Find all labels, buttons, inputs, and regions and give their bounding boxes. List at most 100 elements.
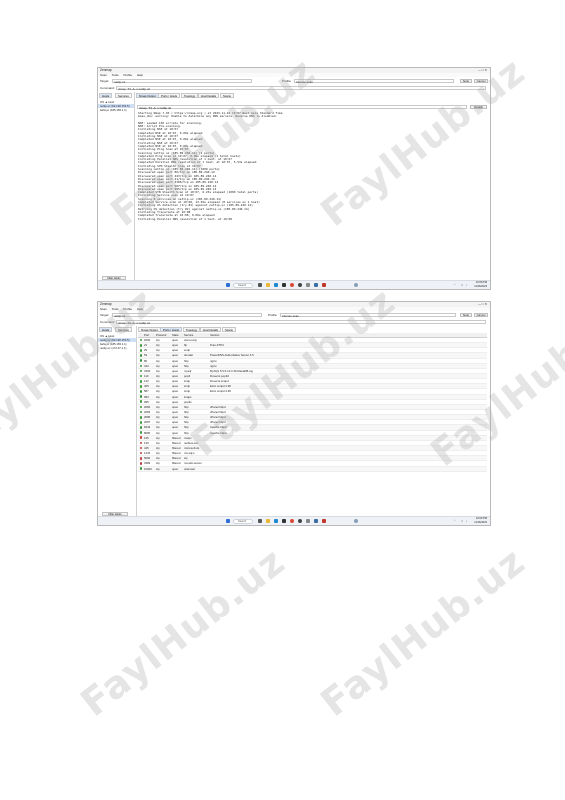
command-input[interactable]: nmap -T4 -A -v nettip.uz — [116, 320, 486, 325]
target-input[interactable]: nettip.uz — [112, 79, 252, 84]
taskbar-search[interactable]: Search — [233, 282, 253, 288]
cell-port: 993 — [144, 394, 149, 399]
window-title: Zenmap — [100, 302, 112, 306]
tab-host-details[interactable]: Host Details — [200, 327, 222, 332]
menu-profile[interactable]: Profile — [123, 307, 132, 311]
target-input[interactable]: nettip.uz — [112, 313, 262, 318]
volume-icon[interactable]: ♩ — [466, 283, 469, 287]
file-explorer-icon[interactable] — [266, 519, 270, 523]
chrome-icon[interactable] — [290, 519, 294, 523]
profile-select[interactable]: Intense scan — [294, 79, 454, 84]
edge-icon[interactable] — [274, 519, 278, 523]
host-list: OS ▲ Host nettip.uz (82.148.153.5) bahuy… — [98, 334, 136, 350]
tray-clock[interactable]: 10:09 PM 11/16/2023 — [474, 517, 487, 524]
tab-ports-hosts[interactable]: Ports / Hosts — [160, 327, 183, 332]
app-icon[interactable] — [298, 519, 302, 523]
file-explorer-icon[interactable] — [266, 283, 270, 287]
tab-topology[interactable]: Topology — [183, 327, 201, 332]
host-item[interactable]: bahuyo (185.165.1.1) — [98, 108, 134, 112]
cell-protocol: tcp — [156, 415, 160, 420]
port-status-icon — [139, 400, 143, 404]
cell-protocol: tcp — [156, 451, 160, 456]
profile-label: Profile: — [282, 79, 292, 83]
tab-host-details[interactable]: Host Details — [198, 93, 220, 98]
tray-clock[interactable]: 10:08 PM 11/16/2023 — [474, 281, 487, 288]
tab-services[interactable]: Services — [115, 93, 132, 98]
tab-topology[interactable]: Topology — [181, 93, 199, 98]
cell-port: 2083 — [144, 409, 151, 414]
volume-icon[interactable]: ♩ — [466, 519, 469, 523]
tray-chevron-icon[interactable]: ⌃ — [453, 519, 456, 523]
cell-port: 25 — [144, 348, 148, 353]
cell-state: filtered — [172, 440, 181, 445]
scan-button[interactable]: Scan — [460, 313, 472, 317]
command-label: Command: — [100, 86, 115, 90]
command-input[interactable]: nmap -T4 -A -v nettip.uz — [116, 86, 486, 91]
column-header-protocol[interactable]: Protocol — [156, 333, 166, 337]
app-icon[interactable] — [306, 283, 310, 287]
host-item[interactable]: nettip.uz (172.67.1.1) — [98, 346, 136, 350]
cancel-button[interactable]: Cancel — [474, 79, 488, 83]
port-status-icon — [139, 364, 143, 368]
cell-port: 2087 — [144, 420, 151, 425]
menu-scan[interactable]: Scan — [100, 73, 107, 77]
tab-nmap-output[interactable]: Nmap Output — [138, 327, 161, 332]
wifi-icon[interactable]: ≈ — [461, 519, 463, 523]
app-icon[interactable] — [322, 283, 326, 287]
taskbar-search[interactable]: Search — [233, 518, 253, 524]
app-icon[interactable] — [322, 519, 326, 523]
menu-help[interactable]: Help — [137, 73, 143, 77]
output-command-select[interactable]: nmap -T4 -A -v nettip.uz — [137, 105, 467, 110]
menu-help[interactable]: Help — [137, 307, 143, 311]
column-header-version[interactable]: Version — [210, 333, 219, 337]
column-header-port[interactable]: Port — [144, 333, 149, 337]
menu-tools[interactable]: Tools — [112, 307, 119, 311]
tab-hosts[interactable]: Hosts — [99, 93, 113, 98]
app-icon[interactable] — [298, 283, 302, 287]
menu-tools[interactable]: Tools — [112, 73, 119, 77]
cell-protocol: tcp — [156, 425, 160, 430]
cell-service: smtp — [184, 389, 191, 394]
tab-hosts[interactable]: Hosts — [99, 327, 113, 332]
cell-protocol: tcp — [156, 373, 160, 378]
port-status-icon — [139, 415, 143, 419]
profile-label: Profile: — [268, 313, 278, 317]
column-header-state[interactable]: State — [172, 333, 179, 337]
screenshot-1: Zenmap — □ ✕ Scan Tools Profile Help Tar… — [97, 67, 491, 290]
task-view-icon[interactable] — [258, 283, 262, 287]
edge-icon[interactable] — [274, 283, 278, 287]
chrome-icon[interactable] — [290, 283, 294, 287]
scan-button[interactable]: Scan — [460, 79, 472, 83]
menu-profile[interactable]: Profile — [123, 73, 132, 77]
tab-scans[interactable]: Scans — [220, 93, 234, 98]
profile-select[interactable]: Intense scan — [280, 313, 456, 318]
store-icon[interactable] — [282, 283, 286, 287]
zenmap-icon[interactable] — [314, 283, 318, 287]
windows-start-icon[interactable] — [226, 519, 230, 523]
port-status-icon — [139, 374, 143, 378]
port-status-icon — [139, 451, 143, 455]
task-view-icon[interactable] — [258, 519, 262, 523]
table-row[interactable]: 10000 tcp open unknown — [138, 466, 487, 472]
wifi-icon[interactable]: ≈ — [461, 283, 463, 287]
tab-scans[interactable]: Scans — [222, 327, 236, 332]
tab-nmap-output[interactable]: Nmap Output — [136, 93, 159, 98]
cell-state: filtered — [172, 445, 181, 450]
cell-state: filtered — [172, 461, 181, 466]
target-row: Target: nettip.uz Profile: Intense scan … — [98, 78, 490, 84]
cancel-button[interactable]: Cancel — [474, 313, 488, 317]
tab-ports-hosts[interactable]: Ports / Hosts — [158, 93, 181, 98]
app-icon[interactable] — [306, 519, 310, 523]
windows-start-icon[interactable] — [226, 283, 230, 287]
cell-protocol: tcp — [156, 363, 160, 368]
tray-chevron-icon[interactable]: ⌃ — [453, 283, 456, 287]
zenmap-icon[interactable] — [314, 519, 318, 523]
port-status-icon — [139, 405, 143, 409]
port-status-icon — [139, 390, 143, 393]
menu-scan[interactable]: Scan — [100, 307, 107, 311]
result-tabs: Nmap Output Ports / Hosts Topology Host … — [138, 326, 488, 332]
details-button[interactable]: Details — [470, 105, 487, 109]
column-header-service[interactable]: Service — [184, 333, 193, 337]
tab-services[interactable]: Services — [115, 327, 132, 332]
store-icon[interactable] — [282, 519, 286, 523]
